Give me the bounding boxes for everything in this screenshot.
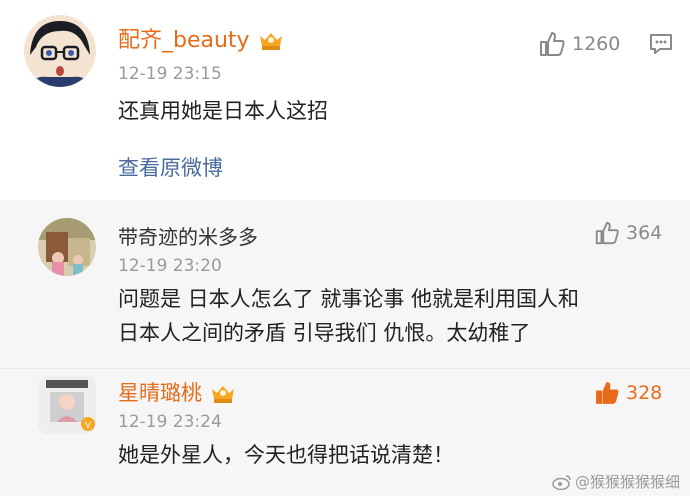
username[interactable]: 星晴璐桃 bbox=[118, 380, 202, 406]
comment-text-line-2: 日本人之间的矛盾 引导我们 仇恨。太幼稚了 bbox=[118, 321, 531, 345]
comment-text: 还真用她是日本人这招 bbox=[118, 99, 328, 123]
svg-text:V: V bbox=[85, 421, 92, 431]
weibo-logo-icon bbox=[552, 474, 571, 490]
crown-badge-icon bbox=[258, 30, 284, 52]
like-button[interactable]: 364 bbox=[594, 220, 662, 246]
thumbs-up-filled-icon bbox=[596, 382, 619, 404]
thumbs-up-icon bbox=[595, 221, 619, 245]
like-button[interactable]: 1260 bbox=[538, 30, 620, 58]
like-count: 1260 bbox=[572, 33, 621, 55]
view-original-link[interactable]: 查看原微博 bbox=[118, 152, 223, 182]
watermark: @猴猴猴猴猴细 bbox=[552, 471, 680, 492]
avatar[interactable] bbox=[38, 218, 96, 276]
like-count: 328 bbox=[626, 382, 663, 404]
timestamp: 12-19 23:24 bbox=[118, 412, 222, 432]
timestamp: 12-19 23:15 bbox=[118, 64, 222, 84]
like-count: 364 bbox=[626, 222, 663, 244]
comment-text: 她是外星人，今天也得把话说清楚！ bbox=[118, 443, 454, 467]
username[interactable]: 配齐_beauty bbox=[118, 28, 250, 54]
crown-badge-icon bbox=[210, 383, 236, 405]
like-button[interactable]: 328 bbox=[594, 380, 662, 406]
comment-text-line-1: 问题是 日本人怎么了 就事论事 他就是利用国人和 bbox=[118, 287, 580, 311]
watermark-text: @猴猴猴猴猴细 bbox=[574, 473, 680, 491]
username[interactable]: 带奇迹的米多多 bbox=[118, 224, 258, 250]
comment-icon[interactable] bbox=[648, 32, 674, 60]
divider bbox=[0, 368, 690, 369]
avatar[interactable] bbox=[24, 15, 96, 87]
thumbs-up-icon bbox=[540, 32, 565, 56]
timestamp: 12-19 23:20 bbox=[118, 256, 222, 276]
avatar[interactable]: V bbox=[38, 376, 96, 434]
